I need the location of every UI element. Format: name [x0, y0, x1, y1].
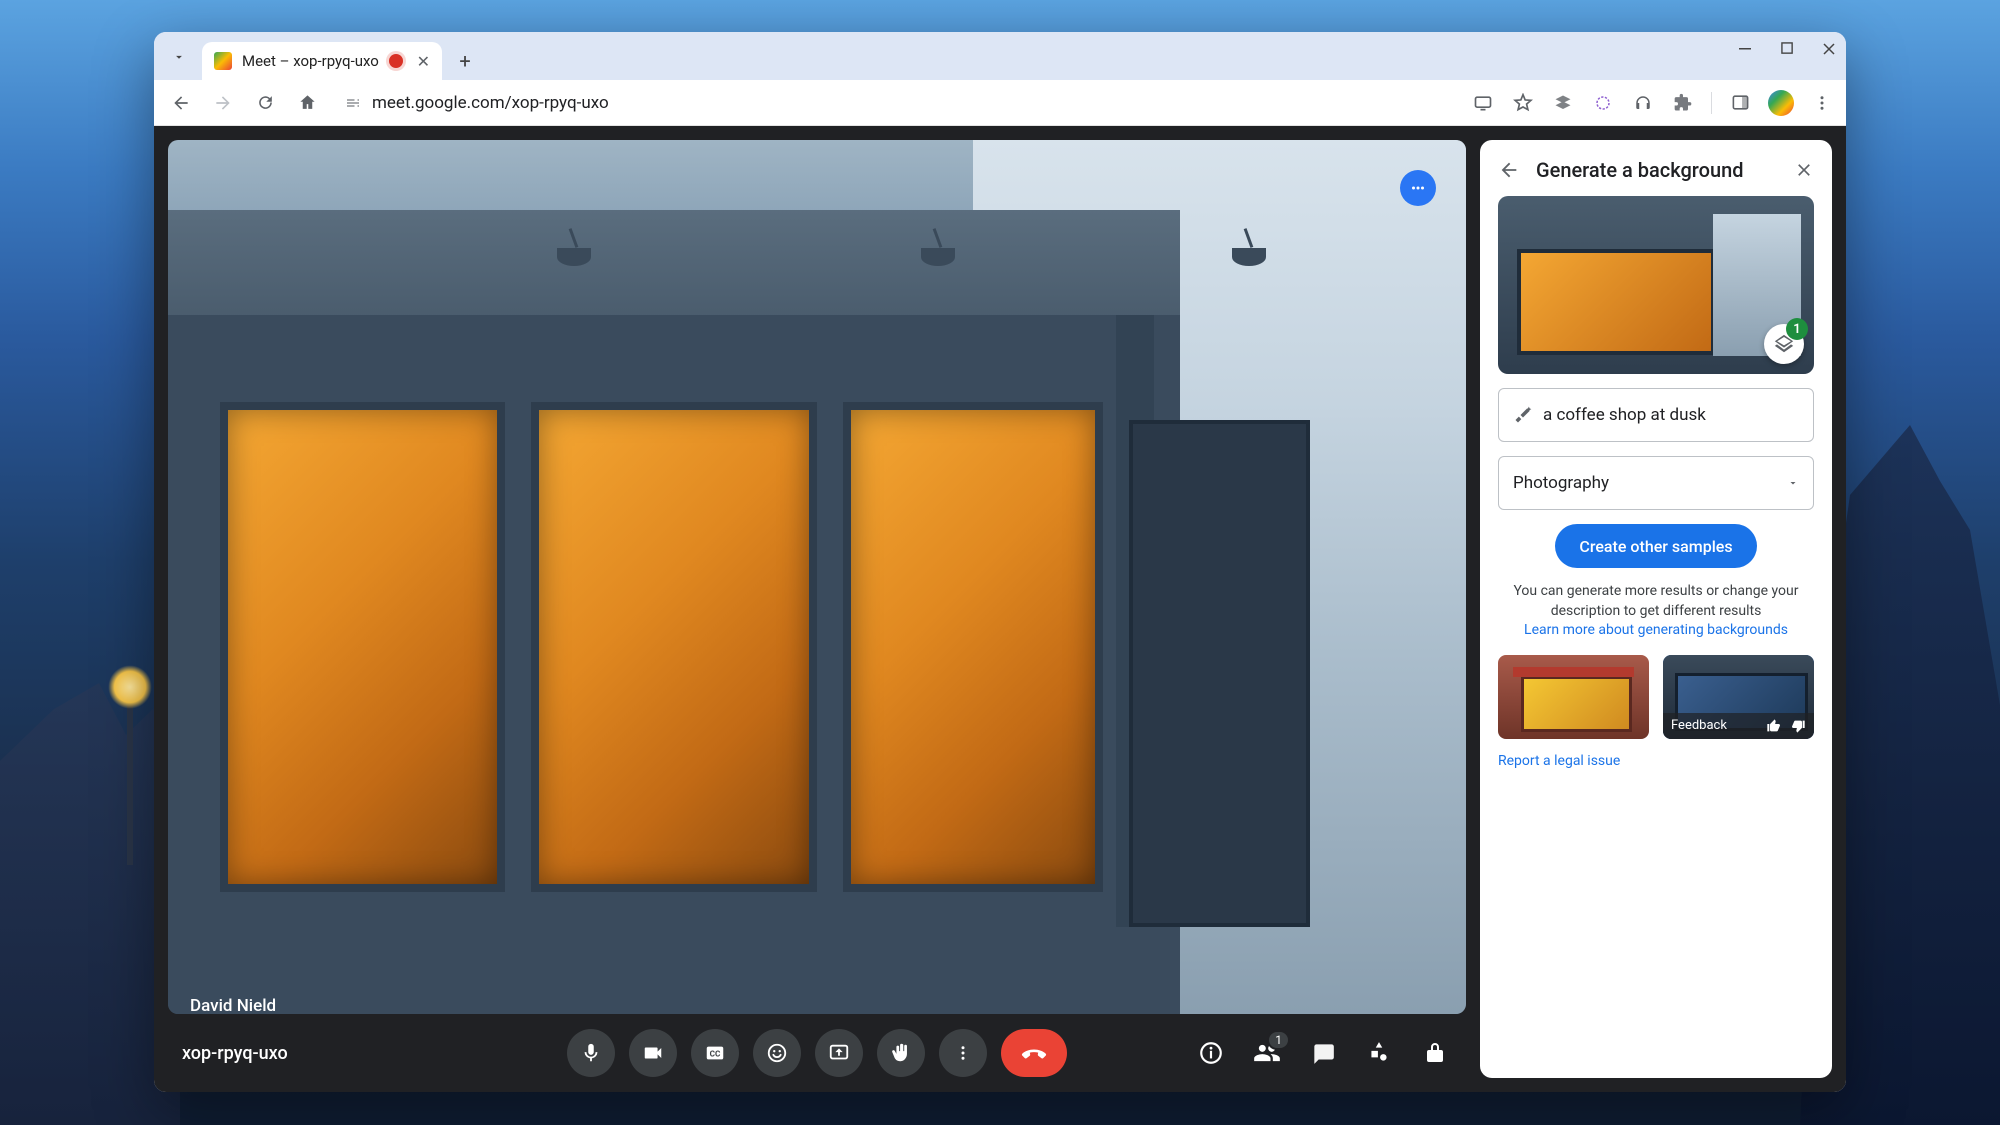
- camera-toggle-button[interactable]: [629, 1029, 677, 1077]
- close-icon: [1794, 160, 1814, 180]
- feedback-label: Feedback: [1671, 718, 1727, 733]
- more-horizontal-icon: [1409, 179, 1427, 197]
- url-bar[interactable]: meet.google.com/xop-rpyq-uxo: [334, 92, 1451, 114]
- address-bar: meet.google.com/xop-rpyq-uxo: [154, 80, 1846, 126]
- meet-bottom-bar: xop-rpyq-uxo CC 1: [154, 1014, 1480, 1092]
- panel-back-button[interactable]: [1498, 159, 1520, 181]
- style-select[interactable]: Photography: [1498, 456, 1814, 510]
- magic-wand-icon: [1513, 405, 1533, 425]
- closed-captions-icon: CC: [704, 1042, 726, 1064]
- tab-close-button[interactable]: ✕: [417, 52, 430, 71]
- call-controls: CC: [567, 1029, 1067, 1077]
- url-text: meet.google.com/xop-rpyq-uxo: [372, 93, 609, 113]
- raise-hand-icon: [890, 1042, 912, 1064]
- browser-tab[interactable]: Meet – xop-rpyq-uxo ✕: [202, 42, 442, 80]
- prompt-input[interactable]: [1543, 405, 1799, 425]
- activities-button[interactable]: [1362, 1036, 1396, 1070]
- recording-indicator-icon: [389, 54, 403, 68]
- virtual-background-image: [168, 140, 1466, 1014]
- svg-text:CC: CC: [710, 1050, 721, 1060]
- thumbs-up-icon: [1766, 718, 1782, 734]
- meet-favicon-icon: [214, 52, 232, 70]
- sample-thumbnails: Feedback: [1498, 655, 1814, 739]
- nav-home-button[interactable]: [292, 88, 322, 118]
- side-panel-icon[interactable]: [1728, 91, 1752, 115]
- sample-thumbnail-2[interactable]: Feedback: [1663, 655, 1814, 739]
- window-minimize-button[interactable]: [1739, 42, 1753, 56]
- tile-options-button[interactable]: [1400, 170, 1436, 206]
- site-settings-icon[interactable]: [342, 92, 364, 114]
- extension-buffer-icon[interactable]: [1551, 91, 1575, 115]
- preview-variant-badge: 1: [1786, 318, 1808, 340]
- caret-down-icon: [1787, 477, 1799, 489]
- activities-shapes-icon: [1366, 1040, 1392, 1066]
- people-button[interactable]: 1: [1250, 1036, 1284, 1070]
- window-close-button[interactable]: [1822, 42, 1836, 56]
- host-controls-button[interactable]: [1418, 1036, 1452, 1070]
- more-options-button[interactable]: [939, 1029, 987, 1077]
- extension-color-icon[interactable]: [1591, 91, 1615, 115]
- reactions-button[interactable]: [753, 1029, 801, 1077]
- mic-toggle-button[interactable]: [567, 1029, 615, 1077]
- nav-reload-button[interactable]: [250, 88, 280, 118]
- tab-title: Meet – xop-rpyq-uxo: [242, 52, 379, 70]
- tabs-dropdown[interactable]: [162, 40, 196, 74]
- emoji-smile-icon: [766, 1042, 788, 1064]
- screen-capture-icon[interactable]: [1471, 91, 1495, 115]
- thumbs-down-icon: [1790, 718, 1806, 734]
- profile-avatar[interactable]: [1768, 90, 1794, 116]
- participant-name-label: David Nield: [190, 996, 276, 1016]
- meet-app: David Nield xop-rpyq-uxo CC: [154, 126, 1846, 1092]
- info-icon: [1198, 1040, 1224, 1066]
- extension-headphones-icon[interactable]: [1631, 91, 1655, 115]
- background-preview[interactable]: 1: [1498, 196, 1814, 374]
- nav-back-button[interactable]: [166, 88, 196, 118]
- more-vertical-icon: [954, 1044, 972, 1062]
- help-text: You can generate more results or change …: [1498, 582, 1814, 641]
- hangup-phone-icon: [1020, 1039, 1048, 1067]
- panel-close-button[interactable]: [1794, 160, 1814, 180]
- bookmark-star-icon[interactable]: [1511, 91, 1535, 115]
- thumbs-up-button[interactable]: [1766, 718, 1782, 734]
- nav-forward-button[interactable]: [208, 88, 238, 118]
- leave-call-button[interactable]: [1001, 1029, 1067, 1077]
- thumbnail-feedback-bar: Feedback: [1663, 713, 1814, 739]
- browser-window: Meet – xop-rpyq-uxo ✕ + meet.google.co: [154, 32, 1846, 1092]
- chat-icon: [1310, 1040, 1336, 1066]
- video-camera-icon: [642, 1042, 664, 1064]
- report-legal-link[interactable]: Report a legal issue: [1498, 753, 1814, 769]
- tab-strip: Meet – xop-rpyq-uxo ✕ +: [154, 32, 1846, 80]
- toolbar-divider: [1711, 92, 1712, 114]
- extensions-puzzle-icon[interactable]: [1671, 91, 1695, 115]
- self-video-tile[interactable]: [168, 140, 1466, 1014]
- panel-title: Generate a background: [1536, 158, 1778, 182]
- meeting-code-label: xop-rpyq-uxo: [182, 1043, 288, 1064]
- browser-menu-icon[interactable]: [1810, 91, 1834, 115]
- video-area: David Nield xop-rpyq-uxo CC: [154, 126, 1480, 1092]
- arrow-left-icon: [1498, 159, 1520, 181]
- captions-button[interactable]: CC: [691, 1029, 739, 1077]
- present-screen-icon: [828, 1042, 850, 1064]
- chevron-down-icon: [172, 50, 186, 64]
- thumbs-down-button[interactable]: [1790, 718, 1806, 734]
- chat-button[interactable]: [1306, 1036, 1340, 1070]
- raise-hand-button[interactable]: [877, 1029, 925, 1077]
- prompt-input-row: [1498, 388, 1814, 442]
- sample-thumbnail-1[interactable]: [1498, 655, 1649, 739]
- new-tab-button[interactable]: +: [450, 46, 480, 76]
- meeting-info-controls: 1: [1194, 1036, 1452, 1070]
- learn-more-link[interactable]: Learn more about generating backgrounds: [1524, 622, 1788, 638]
- create-samples-button[interactable]: Create other samples: [1555, 524, 1756, 568]
- window-maximize-button[interactable]: [1781, 42, 1794, 56]
- generate-background-panel: Generate a background 1 Photography Crea…: [1480, 140, 1832, 1078]
- lock-icon: [1423, 1041, 1447, 1065]
- microphone-icon: [580, 1042, 602, 1064]
- people-count-badge: 1: [1267, 1030, 1290, 1050]
- style-selected-label: Photography: [1513, 473, 1609, 493]
- meeting-details-button[interactable]: [1194, 1036, 1228, 1070]
- present-screen-button[interactable]: [815, 1029, 863, 1077]
